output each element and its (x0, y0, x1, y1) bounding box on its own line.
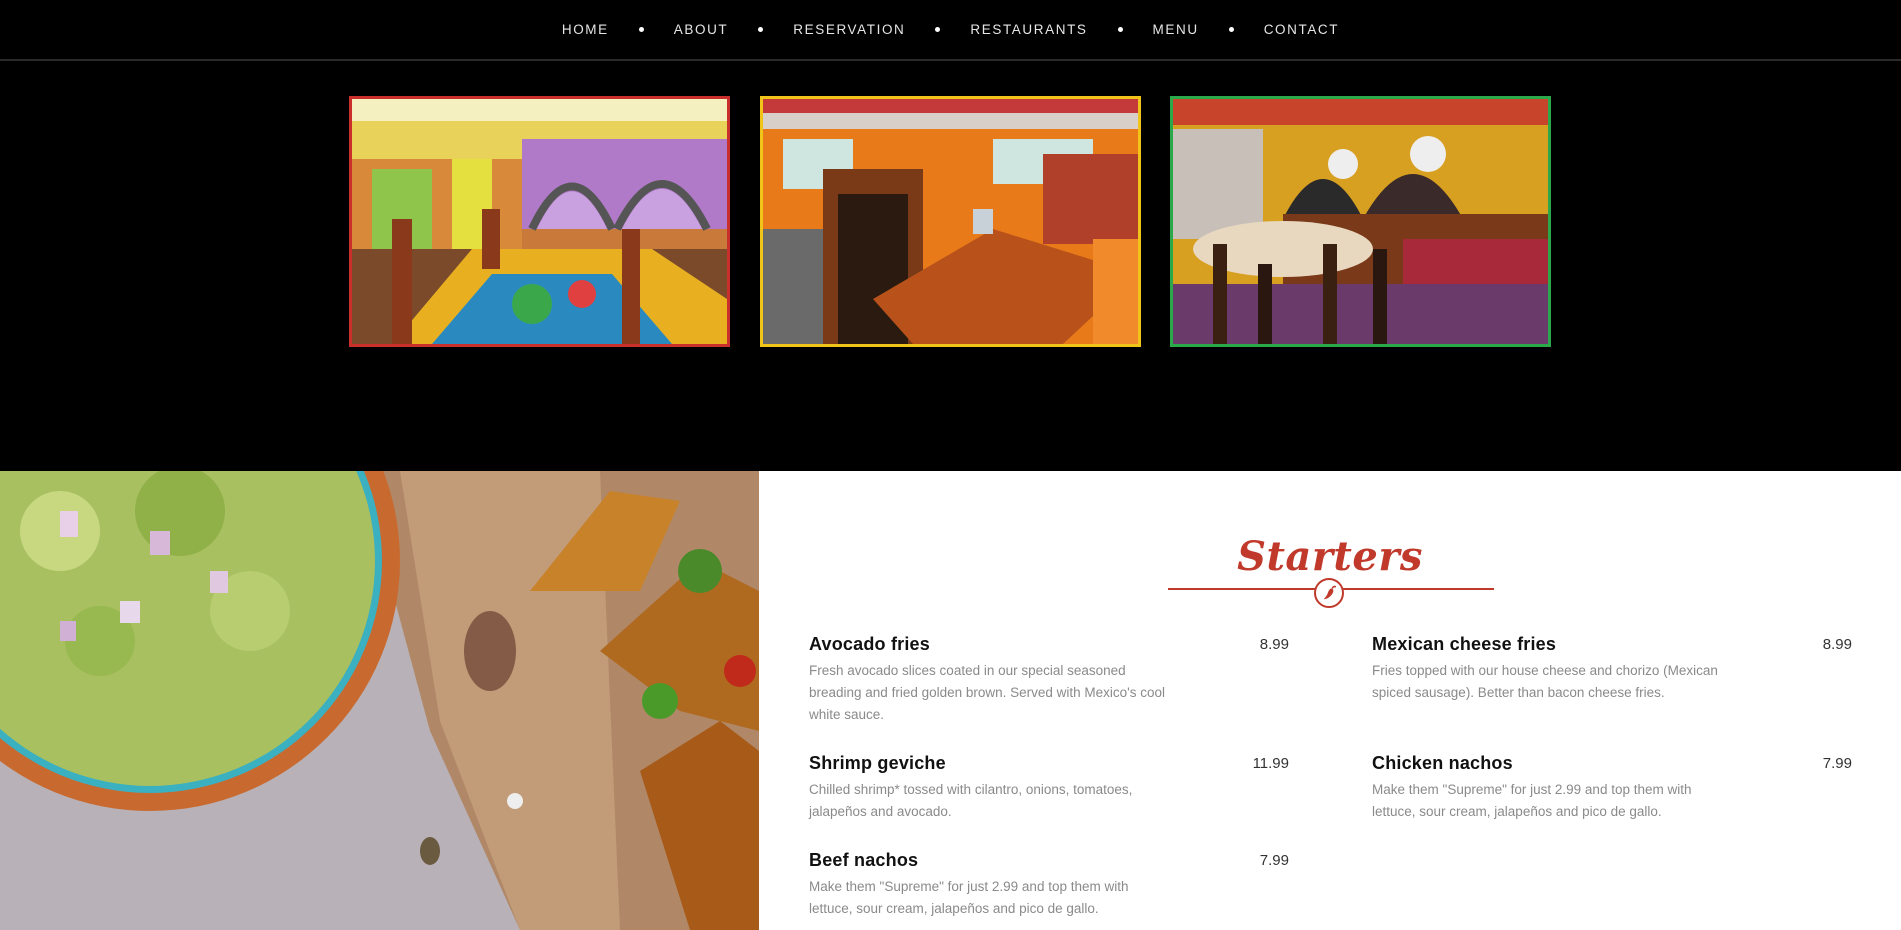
menu-item: Avocado fries 8.99 Fresh avocado slices … (809, 634, 1289, 726)
item-description: Fries topped with our house cheese and c… (1372, 663, 1718, 700)
round-tables-image (1173, 99, 1548, 344)
nav-separator (758, 27, 764, 32)
chili-pepper-icon (1314, 578, 1344, 608)
item-description: Make them "Supreme" for just 2.99 and to… (1372, 782, 1692, 819)
starters-menu-section: Starters Avocado fries 8.99 Fresh avocad… (759, 471, 1901, 930)
gallery-photo-booth-seating[interactable] (759, 96, 1141, 347)
item-description: Fresh avocado slices coated in our speci… (809, 663, 1166, 722)
restaurant-gallery (349, 96, 1551, 347)
menu-item: Chicken nachos 7.99 Make them "Supreme" … (1372, 753, 1852, 823)
section-heading: Starters (1237, 533, 1423, 580)
nav-list: HOME ABOUT RESERVATION RESTAURANTS MENU … (562, 21, 1339, 39)
nav-separator (1228, 27, 1234, 32)
item-name: Shrimp geviche (809, 753, 946, 773)
item-price: 11.99 (1252, 755, 1289, 772)
booth-seating-image (762, 99, 1138, 344)
item-price: 8.99 (1822, 636, 1852, 653)
nav-home[interactable]: HOME (562, 22, 609, 37)
nav-contact[interactable]: CONTACT (1264, 22, 1339, 37)
gallery-photo-dining-room-murals[interactable] (349, 96, 730, 347)
food-image (0, 471, 759, 930)
nav-menu[interactable]: MENU (1153, 22, 1199, 37)
item-name: Beef nachos (809, 850, 919, 870)
menu-item: Mexican cheese fries 8.99 Fries topped w… (1372, 634, 1852, 704)
nav-reservation[interactable]: RESERVATION (793, 22, 905, 37)
menu-item: Shrimp geviche 11.99 Chilled shrimp* tos… (809, 753, 1289, 823)
guacamole-and-fries-photo (0, 471, 759, 930)
item-description: Chilled shrimp* tossed with cilantro, on… (809, 782, 1133, 819)
menu-item: Beef nachos 7.99 Make them "Supreme" for… (809, 850, 1289, 920)
nav-separator (1117, 27, 1123, 32)
dining-room-murals-image (352, 99, 727, 344)
nav-separator (638, 27, 644, 32)
nav-restaurants[interactable]: RESTAURANTS (970, 22, 1087, 37)
gallery-photo-round-tables[interactable] (1170, 96, 1551, 347)
item-name: Mexican cheese fries (1372, 634, 1557, 654)
top-navigation: HOME ABOUT RESERVATION RESTAURANTS MENU … (0, 0, 1901, 61)
nav-about[interactable]: ABOUT (674, 22, 729, 37)
item-price: 7.99 (1822, 755, 1852, 772)
item-price: 7.99 (1259, 852, 1289, 869)
nav-separator (935, 27, 941, 32)
item-description: Make them "Supreme" for just 2.99 and to… (809, 879, 1129, 916)
item-price: 8.99 (1259, 636, 1289, 653)
item-name: Chicken nachos (1372, 753, 1513, 773)
item-name: Avocado fries (809, 634, 930, 654)
